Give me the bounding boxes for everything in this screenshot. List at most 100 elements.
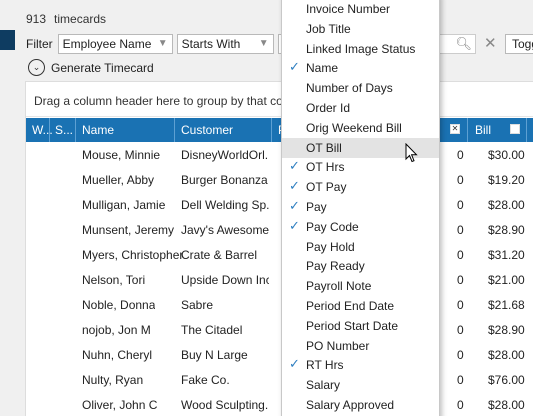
- count-value: 913: [26, 12, 47, 26]
- cell-customer: Javy's Awesome...: [181, 223, 269, 237]
- column-divider: [271, 118, 272, 142]
- table-row[interactable]: Noble, Donna Sabre 0 $21.68: [26, 293, 533, 318]
- menu-item[interactable]: ✓ Pay: [282, 197, 439, 217]
- table-row[interactable]: Nuhn, Cheryl Buy N Large 0 $28.00: [26, 343, 533, 368]
- cell-customer: DisneyWorldOrl...: [181, 148, 269, 162]
- checkmark-icon: ✓: [289, 217, 300, 233]
- menu-item-label: RT Hrs: [306, 358, 344, 373]
- timecard-count: 913 timecards: [26, 12, 106, 26]
- menu-item[interactable]: PO Number: [282, 336, 439, 356]
- filter-operator-select[interactable]: Starts With ▼: [176, 34, 274, 54]
- search-icon[interactable]: 🔍︎: [455, 36, 472, 52]
- cell-customer: Upside Down Inc: [181, 273, 269, 287]
- checkmark-icon: ✓: [289, 198, 300, 213]
- menu-item-label: Pay Ready: [306, 259, 365, 274]
- toggle-button[interactable]: Togg: [505, 34, 533, 54]
- column-divider: [467, 118, 468, 142]
- generate-timecard-label: Generate Timecard: [51, 60, 154, 75]
- checkmark-icon: ✓: [289, 59, 300, 75]
- column-chooser-menu: Invoice Number Job Title Linked Image Stat…: [281, 0, 440, 416]
- menu-item-label: OT Bill: [306, 140, 342, 155]
- cell-customer: Fake Co.: [181, 373, 230, 387]
- table-row[interactable]: nojob, Jon M The Citadel 0 $28.90: [26, 318, 533, 343]
- menu-item[interactable]: Linked Image Status: [282, 39, 439, 59]
- clear-filter-icon[interactable]: ✕: [484, 34, 497, 52]
- menu-item-label: Invoice Number: [306, 2, 391, 16]
- menu-item[interactable]: Period Start Date: [282, 316, 439, 336]
- menu-item[interactable]: Number of Days: [282, 78, 439, 98]
- chevron-down-icon: ▼: [258, 38, 269, 49]
- cell-customer: Crate & Barrel: [181, 248, 258, 262]
- table-row[interactable]: Oliver, John C Wood Sculpting... 0 $28.00: [26, 393, 533, 416]
- menu-item[interactable]: Salary: [282, 375, 439, 395]
- menu-item[interactable]: Salary Approved: [282, 395, 439, 415]
- menu-item[interactable]: ✓ Pay Code: [282, 217, 439, 237]
- column-checkbox-icon[interactable]: [510, 124, 520, 134]
- mouse-cursor-icon: [405, 143, 418, 163]
- cell-name: Mueller, Abby: [82, 173, 155, 187]
- table-row[interactable]: Mueller, Abby Burger Bonanza 0 $19.20: [26, 168, 533, 193]
- filter-field-select[interactable]: Employee Name ▼: [57, 34, 173, 54]
- column-header-bill[interactable]: Bill: [475, 123, 491, 137]
- menu-item-label: Pay Code: [306, 219, 359, 234]
- cell-ot: 0: [457, 273, 464, 287]
- column-header-s[interactable]: S...: [55, 123, 73, 137]
- menu-item[interactable]: Pay Hold: [282, 237, 439, 257]
- table-row[interactable]: Mouse, Minnie DisneyWorldOrl... 0 $30.00: [26, 143, 533, 168]
- menu-item[interactable]: ✓ OT Pay: [282, 177, 439, 197]
- cell-ot: 0: [457, 148, 464, 162]
- menu-item-label: Linked Image Status: [306, 41, 416, 56]
- menu-item[interactable]: Invoice Number: [282, 0, 439, 19]
- search-box[interactable]: 🔍︎: [440, 34, 476, 54]
- cell-name: Mulligan, Jamie: [82, 198, 166, 212]
- cell-ot: 0: [457, 323, 464, 337]
- column-header-customer[interactable]: Customer: [181, 123, 233, 137]
- menu-item-label: Name: [306, 61, 339, 76]
- generate-timecard-button[interactable]: ⌄ Generate Timecard: [28, 59, 154, 76]
- timecards-grid: Drag a column header here to group by th…: [25, 81, 533, 416]
- checkmark-icon: ✓: [289, 158, 300, 174]
- cell-customer: Wood Sculpting...: [181, 398, 269, 412]
- cell-name: Nuhn, Cheryl: [82, 348, 153, 362]
- checkmark-icon: ✓: [289, 356, 300, 372]
- cell-name: Nelson, Tori: [82, 273, 146, 287]
- cell-ot: 0: [457, 398, 464, 412]
- column-checkbox-icon[interactable]: ✕: [450, 124, 460, 134]
- cell-bill: $21.68: [488, 298, 525, 312]
- table-row[interactable]: Nulty, Ryan Fake Co. 0 $76.00: [26, 368, 533, 393]
- group-drop-zone[interactable]: Drag a column header here to group by th…: [26, 82, 533, 117]
- cell-name: Munsent, Jeremy: [82, 223, 175, 237]
- menu-item[interactable]: ✓ RT Hrs: [282, 355, 439, 375]
- column-divider: [174, 118, 175, 142]
- menu-item-label: OT Pay: [306, 180, 347, 195]
- cell-name: Noble, Donna: [82, 298, 156, 312]
- cell-name: Oliver, John C: [82, 398, 158, 412]
- menu-item-label: Salary: [306, 378, 341, 393]
- menu-item[interactable]: Job Title: [282, 19, 439, 39]
- menu-item[interactable]: Period End Date: [282, 296, 439, 316]
- column-header-name[interactable]: Name: [82, 123, 114, 137]
- table-row[interactable]: Mulligan, Jamie Dell Welding Sp... 0 $28.00: [26, 193, 533, 218]
- menu-item[interactable]: Orig Weekend Bill: [282, 118, 439, 138]
- cell-ot: 0: [457, 198, 464, 212]
- cell-bill: $28.00: [488, 398, 525, 412]
- menu-item[interactable]: ✓ Name: [282, 58, 439, 78]
- cell-ot: 0: [457, 173, 464, 187]
- grid-header: W... S... Name Customer P ✕ Bill: [26, 118, 533, 142]
- checkmark-icon: ✓: [289, 178, 300, 194]
- menu-item[interactable]: Order Id: [282, 98, 439, 118]
- table-row[interactable]: Nelson, Tori Upside Down Inc 0 $21.00: [26, 268, 533, 293]
- menu-item-label: Pay: [306, 200, 327, 214]
- menu-item[interactable]: Pay Ready: [282, 256, 439, 276]
- cell-ot: 0: [457, 298, 464, 312]
- menu-item[interactable]: Payroll Note: [282, 276, 439, 296]
- cell-customer: Buy N Large: [181, 348, 248, 362]
- cell-customer: Burger Bonanza: [181, 173, 268, 187]
- column-divider: [75, 118, 76, 142]
- table-row[interactable]: Munsent, Jeremy Javy's Awesome... 0 $28.90: [26, 218, 533, 243]
- cell-bill: $19.20: [488, 173, 525, 187]
- cell-ot: 0: [457, 348, 464, 362]
- menu-item-label: Payroll Note: [306, 279, 372, 294]
- chevron-down-icon: ▼: [157, 38, 168, 49]
- table-row[interactable]: Myers, Christopher Crate & Barrel 0 $31.20: [26, 243, 533, 268]
